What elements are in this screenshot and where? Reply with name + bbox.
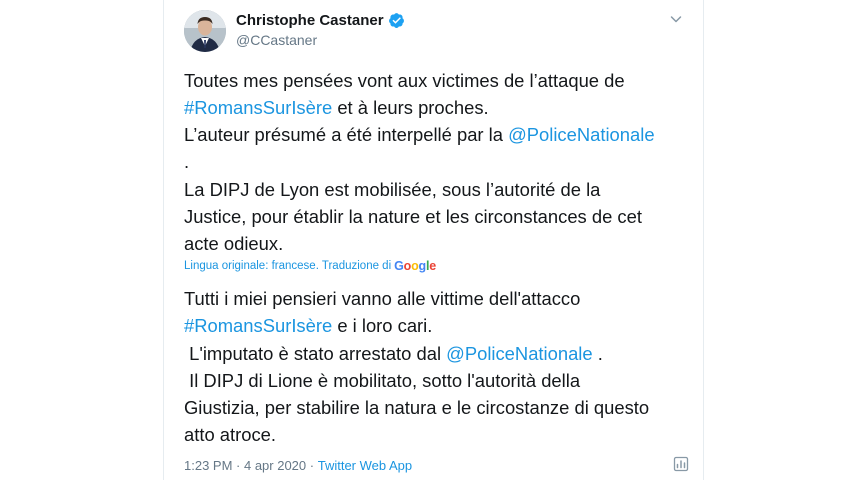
tweet-line: acte odieux.	[184, 233, 284, 254]
tweet-line: Toutes mes pensées vont aux victimes de …	[184, 70, 625, 91]
translation-line: Giustizia, per stabilire la natura e le …	[184, 397, 650, 418]
translation-line: #RomansSurIsère e i loro cari.	[184, 312, 432, 339]
translation-text: L'imputato è stato arrestato dal	[184, 343, 447, 364]
tweet-source[interactable]: Twitter Web App	[318, 458, 412, 473]
tweet-time[interactable]: 1:23 PM	[184, 458, 232, 473]
tweet-footer: 1:23 PM · 4 apr 2020 · Twitter Web App	[184, 458, 412, 473]
translation-line: L'imputato è stato arrestato dal @Police…	[184, 340, 603, 367]
translation-label: Lingua originale: francese. Traduzione d…	[184, 260, 392, 272]
author-handle[interactable]: @CCastaner	[236, 32, 317, 48]
tweet-date[interactable]: 4 apr 2020	[244, 458, 306, 473]
translation-text: e i loro cari.	[332, 315, 433, 336]
translation-line: Il DIPJ di Lione è mobilitato, sotto l'a…	[184, 370, 581, 391]
tweet-card: Christophe Castaner @CCastaner Toutes me…	[163, 0, 704, 480]
hashtag-link[interactable]: #RomansSurIsère	[184, 315, 332, 336]
tweet-line: #RomansSurIsère et à leurs proches.	[184, 94, 489, 121]
analytics-icon[interactable]	[673, 456, 689, 472]
translation-attribution[interactable]: Lingua originale: francese. Traduzione d…	[184, 259, 436, 273]
tweet-line: La DIPJ de Lyon est mobilisée, sous l’au…	[184, 179, 601, 200]
chevron-down-icon[interactable]	[669, 12, 683, 26]
translation-text: .	[592, 343, 603, 364]
tweet-line: Justice, pour établir la nature et les c…	[184, 206, 642, 227]
google-logo: Google	[394, 259, 437, 273]
author-name[interactable]: Christophe Castaner	[236, 12, 384, 29]
verified-badge-icon	[388, 12, 405, 29]
hashtag-link[interactable]: #RomansSurIsère	[184, 97, 332, 118]
tweet-line: L’auteur présumé a été interpellé par la…	[184, 121, 655, 148]
mention-link[interactable]: @PoliceNationale	[446, 343, 592, 364]
translation-line: atto atroce.	[184, 424, 277, 445]
tweet-text: L’auteur présumé a été interpellé par la	[184, 124, 509, 145]
tweet-text: et à leurs proches.	[332, 97, 489, 118]
separator: ·	[232, 458, 244, 473]
mention-link[interactable]: @PoliceNationale	[508, 124, 654, 145]
separator: ·	[306, 458, 318, 473]
avatar[interactable]	[184, 10, 226, 52]
translation-line: Tutti i miei pensieri vanno alle vittime…	[184, 288, 581, 309]
tweet-header: Christophe Castaner @CCastaner	[184, 10, 689, 54]
tweet-line: .	[184, 151, 190, 172]
